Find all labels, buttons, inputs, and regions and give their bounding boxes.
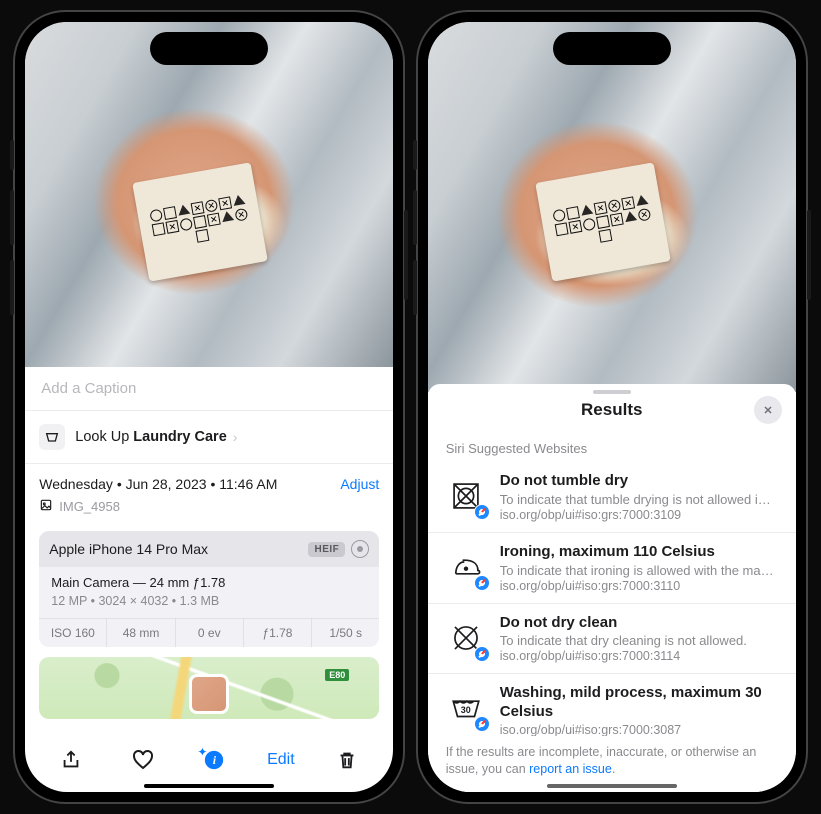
safari-badge-icon bbox=[474, 716, 490, 732]
bottom-toolbar: i ✦ Edit bbox=[25, 738, 393, 782]
result-url: iso.org/obp/ui#iso:grs:7000:3087 bbox=[500, 723, 778, 737]
dynamic-island bbox=[553, 32, 671, 65]
camera-file-info: 12 MP • 3024 × 4032 • 1.3 MB bbox=[51, 594, 367, 608]
dynamic-island bbox=[150, 32, 268, 65]
result-item[interactable]: Do not dry clean To indicate that dry cl… bbox=[428, 604, 796, 675]
result-url: iso.org/obp/ui#iso:grs:7000:3114 bbox=[500, 649, 778, 663]
photo-location-pin bbox=[189, 674, 229, 714]
photo-datetime: Wednesday • Jun 28, 2023 • 11:46 AM bbox=[39, 476, 277, 492]
image-file-icon bbox=[39, 498, 53, 515]
home-indicator[interactable] bbox=[144, 784, 274, 788]
exif-ev: 0 ev bbox=[176, 619, 244, 647]
camera-lens-info: Main Camera — 24 mm ƒ1.78 bbox=[51, 575, 367, 590]
clothing-label bbox=[132, 162, 268, 281]
photo-preview[interactable] bbox=[428, 22, 796, 392]
iron-icon bbox=[446, 547, 486, 587]
close-button[interactable] bbox=[754, 396, 782, 424]
favorite-button[interactable] bbox=[124, 748, 162, 772]
result-url: iso.org/obp/ui#iso:grs:7000:3110 bbox=[500, 579, 778, 593]
wash-30-icon: 30 bbox=[446, 688, 486, 728]
adjust-button[interactable]: Adjust bbox=[340, 476, 379, 492]
edit-button[interactable]: Edit bbox=[267, 751, 295, 769]
exif-strip: ISO 160 48 mm 0 ev ƒ1.78 1/50 s bbox=[39, 618, 379, 647]
format-badge: HEIF bbox=[308, 542, 345, 557]
home-indicator[interactable] bbox=[547, 784, 677, 788]
exif-shutter: 1/50 s bbox=[312, 619, 379, 647]
exif-focal: 48 mm bbox=[107, 619, 175, 647]
screen-right: Results Siri Suggested Websites Do not t… bbox=[428, 22, 796, 792]
laundry-icon bbox=[39, 424, 65, 450]
lens-icon bbox=[351, 540, 369, 558]
safari-badge-icon bbox=[474, 575, 490, 591]
chevron-right-icon: › bbox=[233, 429, 238, 445]
safari-badge-icon bbox=[474, 504, 490, 520]
sheet-title: Results bbox=[581, 400, 642, 420]
clothing-label bbox=[535, 162, 671, 281]
lookup-text: Look Up Laundry Care bbox=[75, 429, 227, 445]
photo-preview[interactable] bbox=[25, 22, 393, 367]
result-desc: To indicate that tumble drying is not al… bbox=[500, 492, 778, 507]
result-title: Do not tumble dry bbox=[500, 472, 778, 491]
results-sheet: Results Siri Suggested Websites Do not t… bbox=[428, 384, 796, 792]
device-name: Apple iPhone 14 Pro Max bbox=[49, 541, 208, 557]
safari-badge-icon bbox=[474, 646, 490, 662]
road-badge: E80 bbox=[325, 669, 349, 681]
exif-aperture: ƒ1.78 bbox=[244, 619, 312, 647]
exif-iso: ISO 160 bbox=[39, 619, 107, 647]
wash-temp-label: 30 bbox=[461, 705, 471, 715]
camera-info-card: Apple iPhone 14 Pro Max HEIF Main Camera… bbox=[39, 531, 379, 647]
filename-text: IMG_4958 bbox=[59, 499, 120, 514]
result-title: Washing, mild process, maximum 30 Celsiu… bbox=[500, 684, 778, 722]
share-button[interactable] bbox=[52, 749, 90, 771]
sheet-grabber[interactable] bbox=[593, 390, 631, 394]
phone-right: Results Siri Suggested Websites Do not t… bbox=[416, 10, 808, 804]
info-button[interactable]: i ✦ bbox=[195, 749, 233, 771]
screen-left: Add a Caption Look Up Laundry Care › Wed… bbox=[25, 22, 393, 792]
result-desc: To indicate that ironing is allowed with… bbox=[500, 563, 778, 578]
result-item[interactable]: 30 Washing, mild process, maximum 30 Cel… bbox=[428, 674, 796, 736]
location-map[interactable]: E80 bbox=[39, 657, 379, 719]
section-label: Siri Suggested Websites bbox=[428, 433, 796, 462]
no-tumble-dry-icon bbox=[446, 476, 486, 516]
result-url: iso.org/obp/ui#iso:grs:7000:3109 bbox=[500, 508, 778, 522]
caption-input[interactable]: Add a Caption bbox=[25, 367, 393, 411]
result-title: Ironing, maximum 110 Celsius bbox=[500, 543, 778, 562]
result-title: Do not dry clean bbox=[500, 614, 778, 633]
result-desc: To indicate that dry cleaning is not all… bbox=[500, 633, 778, 648]
no-dry-clean-icon bbox=[446, 618, 486, 658]
delete-button[interactable] bbox=[328, 749, 366, 771]
result-item[interactable]: Do not tumble dry To indicate that tumbl… bbox=[428, 462, 796, 533]
report-issue-link[interactable]: report an issue bbox=[529, 762, 612, 776]
lookup-row[interactable]: Look Up Laundry Care › bbox=[25, 411, 393, 464]
phone-left: Add a Caption Look Up Laundry Care › Wed… bbox=[13, 10, 405, 804]
result-item[interactable]: Ironing, maximum 110 Celsius To indicate… bbox=[428, 533, 796, 604]
